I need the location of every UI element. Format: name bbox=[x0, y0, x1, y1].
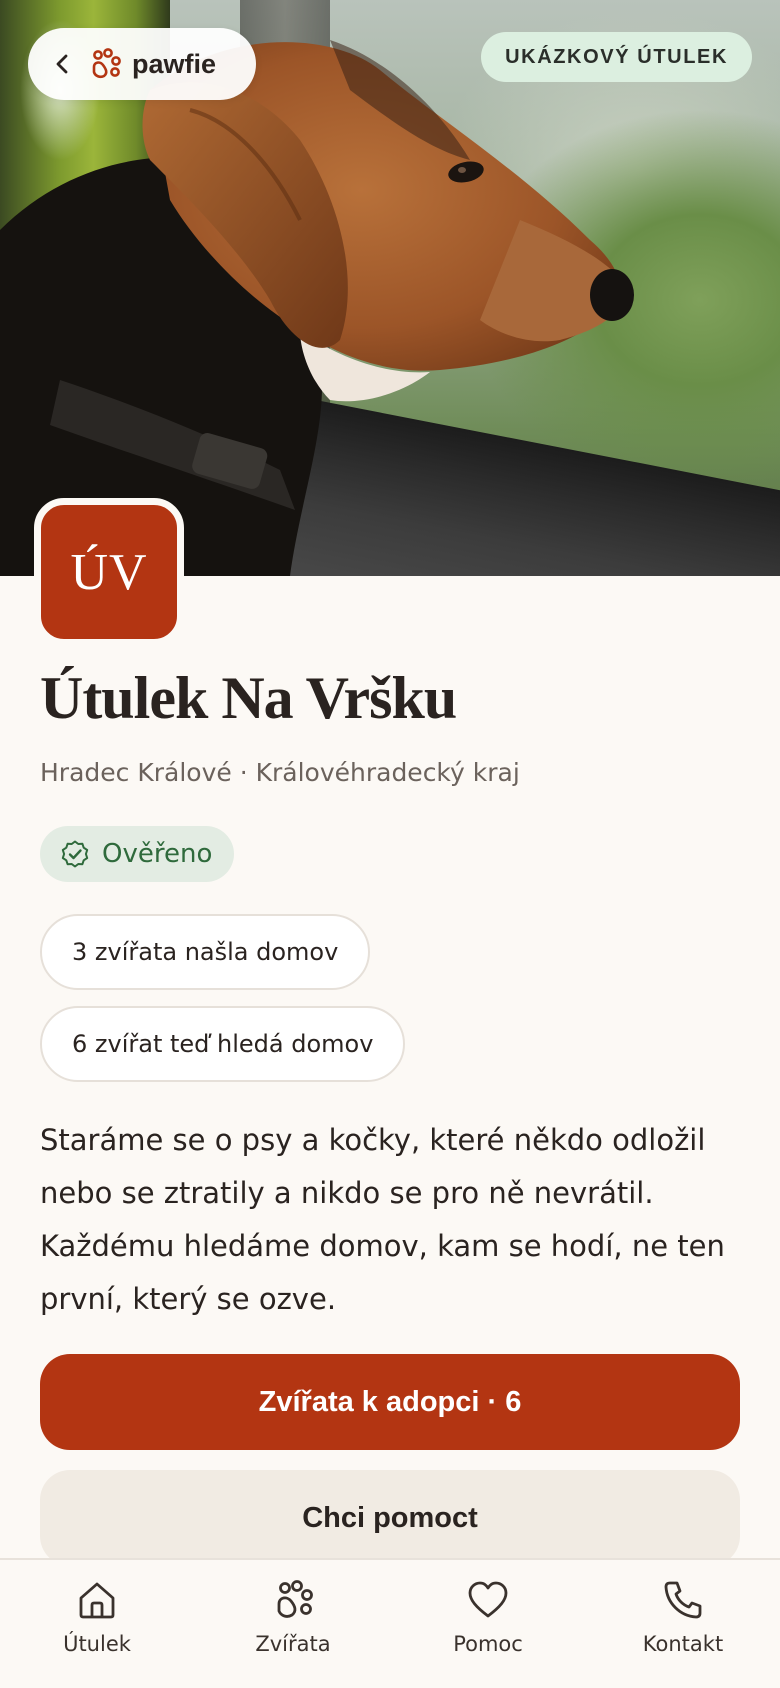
nav-label: Kontakt bbox=[642, 1632, 724, 1656]
verified-badge: Ověřeno bbox=[40, 826, 235, 882]
stat-adopted: 3 zvířata našla domov bbox=[40, 914, 371, 990]
shelter-logo: ÚV bbox=[34, 498, 184, 646]
shelter-description: Staráme se o psy a kočky, které někdo od… bbox=[40, 1123, 725, 1316]
brand-back-button[interactable]: pawfie bbox=[28, 28, 256, 100]
brand-name: pawfie bbox=[132, 48, 217, 79]
shelter-location: Hradec Králové · Královéhradecký kraj bbox=[40, 758, 520, 787]
nav-label: Útulek bbox=[63, 1632, 131, 1656]
heart-icon bbox=[468, 1581, 508, 1618]
nav-label: Pomoc bbox=[453, 1632, 523, 1656]
home-icon bbox=[79, 1582, 115, 1619]
paw-icon bbox=[277, 1580, 313, 1618]
nav-item-utulek[interactable]: Útulek bbox=[27, 1578, 167, 1678]
verified-check-icon bbox=[61, 840, 89, 868]
stat-seeking-home: 6 zvířat teď hledá domov bbox=[40, 1006, 406, 1082]
chevron-left-icon bbox=[56, 54, 68, 74]
nav-label: Zvířata bbox=[255, 1632, 331, 1656]
nav-item-zvirata[interactable]: Zvířata bbox=[223, 1578, 363, 1678]
verified-label: Ověřeno bbox=[102, 839, 213, 869]
nav-item-pomoc[interactable]: Pomoc bbox=[418, 1578, 558, 1678]
phone-icon bbox=[664, 1581, 702, 1619]
nav-item-kontakt[interactable]: Kontakt bbox=[613, 1578, 753, 1678]
adoptable-animals-button[interactable]: Zvířata k adopci · 6 bbox=[40, 1354, 740, 1450]
want-to-help-button[interactable]: Chci pomoct bbox=[40, 1470, 740, 1566]
bottom-navigation: Útulek Zvířata Pomoc Kontakt bbox=[0, 1558, 780, 1688]
shelter-name: Útulek Na Vršku bbox=[40, 665, 457, 731]
paw-logo-icon bbox=[92, 48, 121, 79]
demo-shelter-badge: UKÁZKOVÝ ÚTULEK bbox=[481, 32, 752, 82]
